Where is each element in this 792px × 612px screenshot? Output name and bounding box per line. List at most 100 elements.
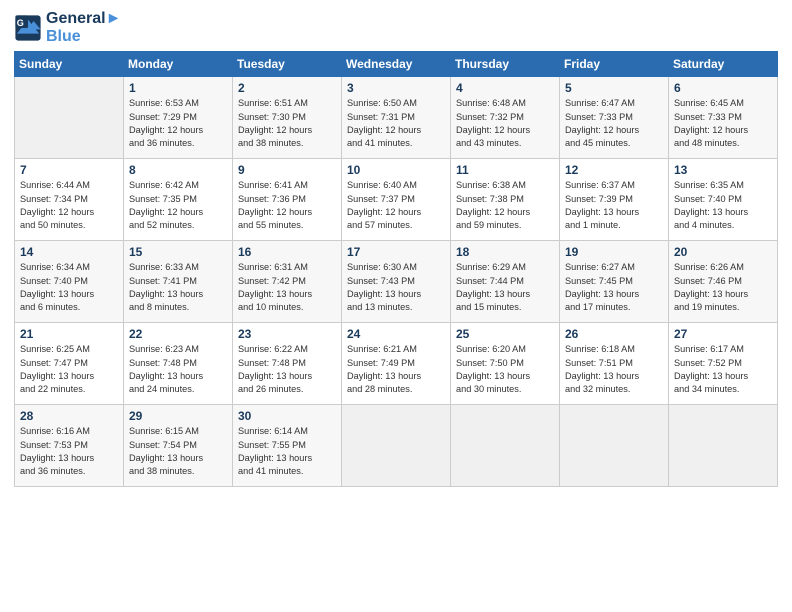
header-row: SundayMondayTuesdayWednesdayThursdayFrid…: [15, 52, 778, 77]
day-number: 23: [238, 327, 336, 341]
week-row-5: 28 Sunrise: 6:16 AMSunset: 7:53 PMDayligh…: [15, 405, 778, 487]
day-header-wednesday: Wednesday: [342, 52, 451, 77]
cell-details: Sunrise: 6:15 AMSunset: 7:54 PMDaylight:…: [129, 425, 227, 478]
calendar-cell: 19 Sunrise: 6:27 AMSunset: 7:45 PMDayligh…: [560, 241, 669, 323]
main-container: G General► Blue SundayMondayTuesdayWedne…: [0, 0, 792, 497]
calendar-cell: 15 Sunrise: 6:33 AMSunset: 7:41 PMDayligh…: [124, 241, 233, 323]
cell-details: Sunrise: 6:50 AMSunset: 7:31 PMDaylight:…: [347, 97, 445, 150]
calendar-cell: [560, 405, 669, 487]
calendar-cell: 30 Sunrise: 6:14 AMSunset: 7:55 PMDayligh…: [233, 405, 342, 487]
cell-details: Sunrise: 6:48 AMSunset: 7:32 PMDaylight:…: [456, 97, 554, 150]
calendar-cell: 4 Sunrise: 6:48 AMSunset: 7:32 PMDaylight…: [451, 77, 560, 159]
day-number: 26: [565, 327, 663, 341]
day-number: 3: [347, 81, 445, 95]
day-number: 20: [674, 245, 772, 259]
calendar-cell: [669, 405, 778, 487]
day-number: 17: [347, 245, 445, 259]
day-number: 5: [565, 81, 663, 95]
day-header-friday: Friday: [560, 52, 669, 77]
day-header-thursday: Thursday: [451, 52, 560, 77]
logo-icon: G: [14, 14, 42, 42]
cell-details: Sunrise: 6:33 AMSunset: 7:41 PMDaylight:…: [129, 261, 227, 314]
week-row-2: 7 Sunrise: 6:44 AMSunset: 7:34 PMDaylight…: [15, 159, 778, 241]
day-number: 14: [20, 245, 118, 259]
week-row-1: 1 Sunrise: 6:53 AMSunset: 7:29 PMDaylight…: [15, 77, 778, 159]
calendar-cell: 24Sunrise: 6:21 AMSunset: 7:49 PMDayligh…: [342, 323, 451, 405]
week-row-3: 14 Sunrise: 6:34 AMSunset: 7:40 PMDayligh…: [15, 241, 778, 323]
day-number: 27: [674, 327, 772, 341]
cell-details: Sunrise: 6:35 AMSunset: 7:40 PMDaylight:…: [674, 179, 772, 232]
day-header-sunday: Sunday: [15, 52, 124, 77]
day-header-saturday: Saturday: [669, 52, 778, 77]
calendar-cell: 21Sunrise: 6:25 AMSunset: 7:47 PMDayligh…: [15, 323, 124, 405]
calendar-cell: 18 Sunrise: 6:29 AMSunset: 7:44 PMDayligh…: [451, 241, 560, 323]
calendar-cell: 13 Sunrise: 6:35 AMSunset: 7:40 PMDayligh…: [669, 159, 778, 241]
calendar-cell: 17Sunrise: 6:30 AMSunset: 7:43 PMDayligh…: [342, 241, 451, 323]
day-number: 16: [238, 245, 336, 259]
calendar-cell: 22 Sunrise: 6:23 AMSunset: 7:48 PMDayligh…: [124, 323, 233, 405]
cell-details: Sunrise: 6:40 AMSunset: 7:37 PMDaylight:…: [347, 179, 445, 232]
cell-details: Sunrise: 6:14 AMSunset: 7:55 PMDaylight:…: [238, 425, 336, 478]
cell-details: Sunrise: 6:27 AMSunset: 7:45 PMDaylight:…: [565, 261, 663, 314]
day-number: 21: [20, 327, 118, 341]
cell-details: Sunrise: 6:23 AMSunset: 7:48 PMDaylight:…: [129, 343, 227, 396]
day-number: 25: [456, 327, 554, 341]
cell-details: Sunrise: 6:37 AMSunset: 7:39 PMDaylight:…: [565, 179, 663, 232]
day-number: 6: [674, 81, 772, 95]
day-number: 13: [674, 163, 772, 177]
calendar-cell: 23Sunrise: 6:22 AMSunset: 7:48 PMDayligh…: [233, 323, 342, 405]
day-header-monday: Monday: [124, 52, 233, 77]
day-number: 10: [347, 163, 445, 177]
calendar-cell: 20Sunrise: 6:26 AMSunset: 7:46 PMDayligh…: [669, 241, 778, 323]
day-number: 30: [238, 409, 336, 423]
calendar-cell: 9 Sunrise: 6:41 AMSunset: 7:36 PMDaylight…: [233, 159, 342, 241]
calendar-cell: [15, 77, 124, 159]
cell-details: Sunrise: 6:41 AMSunset: 7:36 PMDaylight:…: [238, 179, 336, 232]
calendar-cell: [342, 405, 451, 487]
cell-details: Sunrise: 6:17 AMSunset: 7:52 PMDaylight:…: [674, 343, 772, 396]
svg-text:G: G: [17, 17, 24, 27]
day-number: 22: [129, 327, 227, 341]
day-number: 2: [238, 81, 336, 95]
day-number: 1: [129, 81, 227, 95]
calendar-cell: [451, 405, 560, 487]
day-number: 18: [456, 245, 554, 259]
calendar-cell: 5Sunrise: 6:47 AMSunset: 7:33 PMDaylight…: [560, 77, 669, 159]
day-header-tuesday: Tuesday: [233, 52, 342, 77]
cell-details: Sunrise: 6:42 AMSunset: 7:35 PMDaylight:…: [129, 179, 227, 232]
day-number: 4: [456, 81, 554, 95]
cell-details: Sunrise: 6:45 AMSunset: 7:33 PMDaylight:…: [674, 97, 772, 150]
day-number: 28: [20, 409, 118, 423]
cell-details: Sunrise: 6:29 AMSunset: 7:44 PMDaylight:…: [456, 261, 554, 314]
day-number: 9: [238, 163, 336, 177]
cell-details: Sunrise: 6:53 AMSunset: 7:29 PMDaylight:…: [129, 97, 227, 150]
calendar-cell: 25Sunrise: 6:20 AMSunset: 7:50 PMDayligh…: [451, 323, 560, 405]
day-number: 19: [565, 245, 663, 259]
calendar-cell: 8 Sunrise: 6:42 AMSunset: 7:35 PMDaylight…: [124, 159, 233, 241]
calendar-cell: 29 Sunrise: 6:15 AMSunset: 7:54 PMDayligh…: [124, 405, 233, 487]
calendar-cell: 27 Sunrise: 6:17 AMSunset: 7:52 PMDayligh…: [669, 323, 778, 405]
calendar-cell: 28 Sunrise: 6:16 AMSunset: 7:53 PMDayligh…: [15, 405, 124, 487]
calendar-cell: 10 Sunrise: 6:40 AMSunset: 7:37 PMDayligh…: [342, 159, 451, 241]
cell-details: Sunrise: 6:34 AMSunset: 7:40 PMDaylight:…: [20, 261, 118, 314]
week-row-4: 21Sunrise: 6:25 AMSunset: 7:47 PMDayligh…: [15, 323, 778, 405]
cell-details: Sunrise: 6:31 AMSunset: 7:42 PMDaylight:…: [238, 261, 336, 314]
day-number: 8: [129, 163, 227, 177]
calendar-cell: 7 Sunrise: 6:44 AMSunset: 7:34 PMDaylight…: [15, 159, 124, 241]
cell-details: Sunrise: 6:21 AMSunset: 7:49 PMDaylight:…: [347, 343, 445, 396]
calendar-table: SundayMondayTuesdayWednesdayThursdayFrid…: [14, 51, 778, 487]
cell-details: Sunrise: 6:38 AMSunset: 7:38 PMDaylight:…: [456, 179, 554, 232]
calendar-cell: 2 Sunrise: 6:51 AMSunset: 7:30 PMDaylight…: [233, 77, 342, 159]
logo: G General► Blue: [14, 10, 121, 45]
day-number: 15: [129, 245, 227, 259]
calendar-cell: 1 Sunrise: 6:53 AMSunset: 7:29 PMDaylight…: [124, 77, 233, 159]
logo-text: General► Blue: [46, 10, 121, 45]
calendar-cell: 12Sunrise: 6:37 AMSunset: 7:39 PMDayligh…: [560, 159, 669, 241]
day-number: 29: [129, 409, 227, 423]
cell-details: Sunrise: 6:51 AMSunset: 7:30 PMDaylight:…: [238, 97, 336, 150]
calendar-cell: 3 Sunrise: 6:50 AMSunset: 7:31 PMDaylight…: [342, 77, 451, 159]
calendar-cell: 14 Sunrise: 6:34 AMSunset: 7:40 PMDayligh…: [15, 241, 124, 323]
day-number: 7: [20, 163, 118, 177]
cell-details: Sunrise: 6:16 AMSunset: 7:53 PMDaylight:…: [20, 425, 118, 478]
cell-details: Sunrise: 6:44 AMSunset: 7:34 PMDaylight:…: [20, 179, 118, 232]
